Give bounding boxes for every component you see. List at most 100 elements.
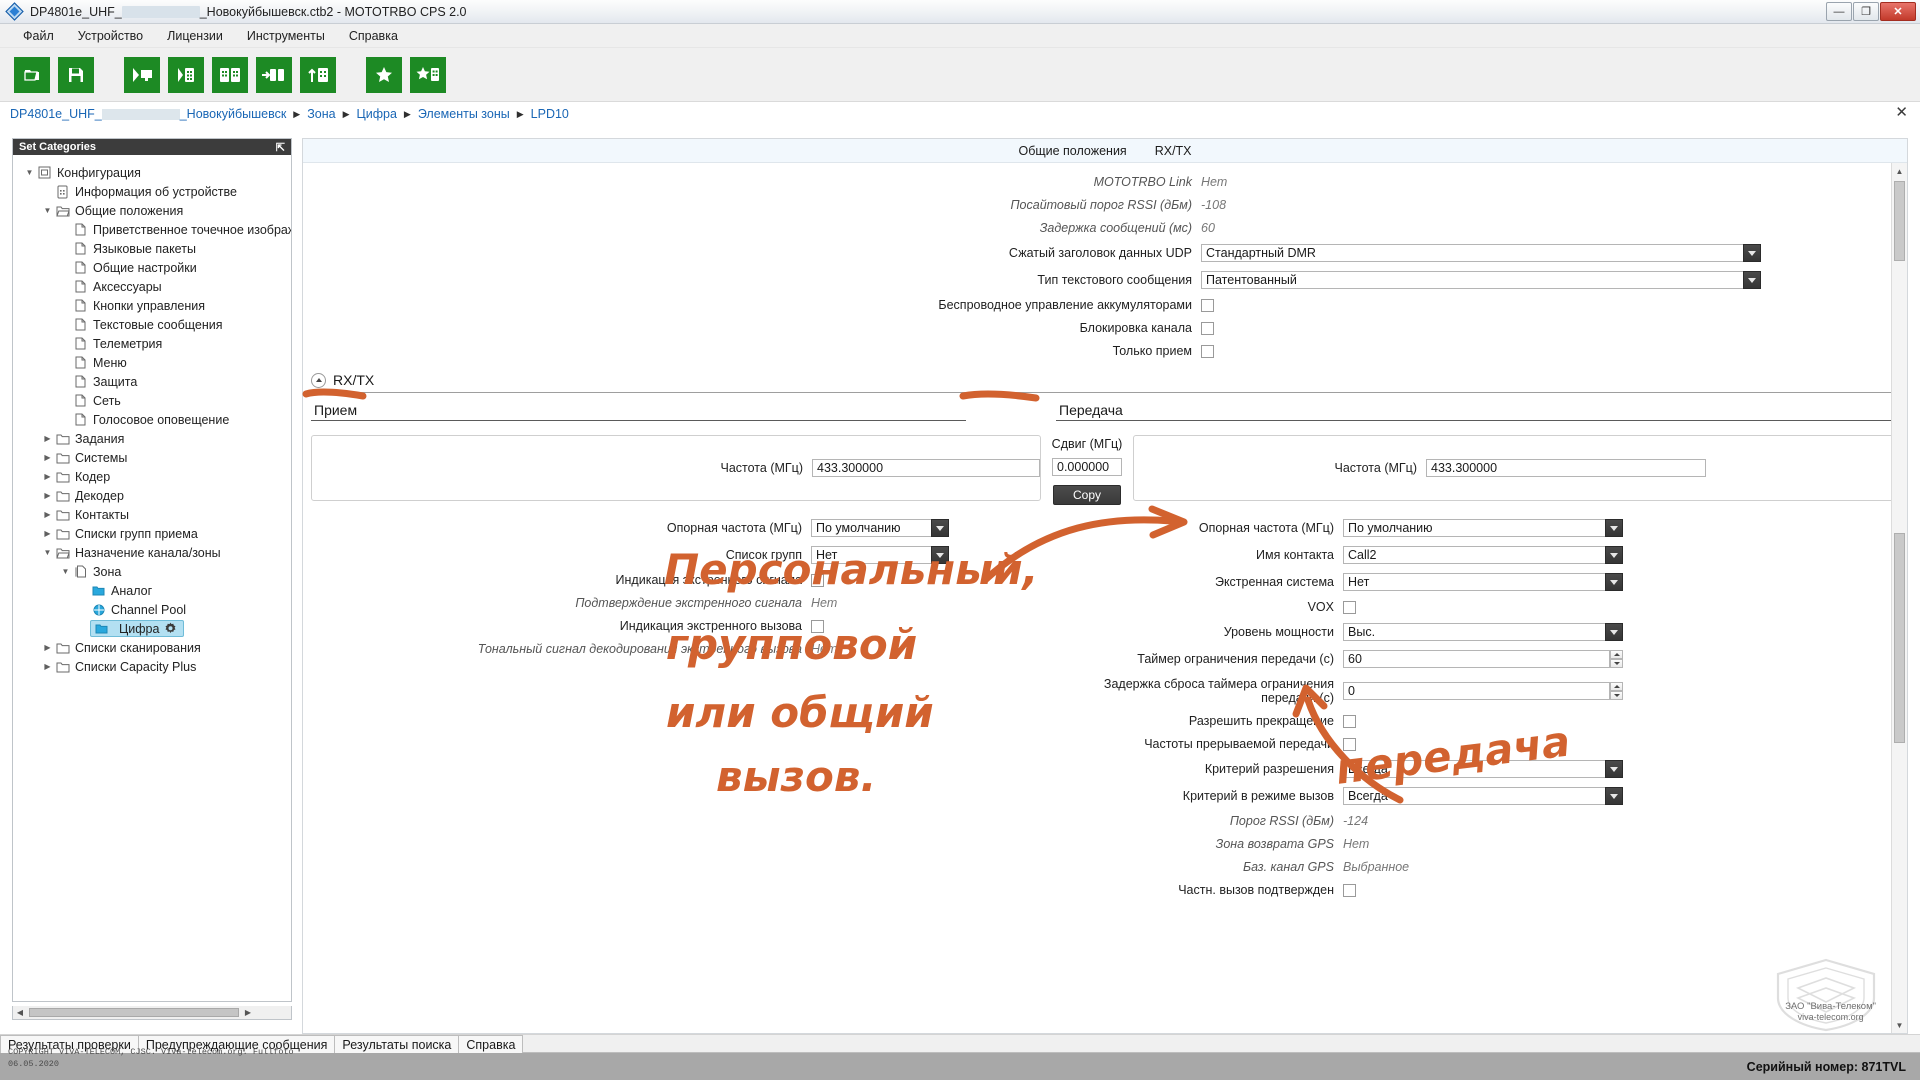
spinner-down-icon[interactable] xyxy=(1610,691,1623,700)
favorites-icon[interactable] xyxy=(366,56,402,93)
sidebar-horizontal-scrollbar[interactable]: ◀ ▶ xyxy=(12,1006,292,1020)
spinner-up-icon[interactable] xyxy=(1610,650,1623,659)
sidebar-item-22[interactable]: Аналог xyxy=(13,581,291,600)
combo-value[interactable]: Нет xyxy=(1343,573,1605,591)
checkbox[interactable] xyxy=(1343,737,1356,751)
expand-arrow-right-icon[interactable]: ▶ xyxy=(41,529,54,538)
maximize-button[interactable]: ❐ xyxy=(1853,2,1879,21)
breadcrumb-item-3[interactable]: Цифра xyxy=(357,107,397,121)
sidebar-item-15[interactable]: ▶ Системы xyxy=(13,448,291,467)
sidebar-item-2[interactable]: ▼ Общие положения xyxy=(13,201,291,220)
rxtx-section-header[interactable]: RX/TX xyxy=(311,372,1907,388)
sidebar-item-4[interactable]: Языковые пакеты xyxy=(13,239,291,258)
offset-input[interactable]: 0.000000 xyxy=(1052,458,1122,476)
checkbox[interactable] xyxy=(1343,883,1356,897)
main-vertical-scrollbar[interactable]: ▲ ▼ xyxy=(1891,163,1907,1033)
combo-value[interactable]: Стандартный DMR xyxy=(1201,244,1743,262)
minimize-button[interactable]: — xyxy=(1826,2,1852,21)
menu-help[interactable]: Справка xyxy=(338,26,409,46)
expand-arrow-right-icon[interactable]: ▶ xyxy=(41,491,54,500)
collapse-icon[interactable] xyxy=(311,372,326,388)
sidebar-item-18[interactable]: ▶ Контакты xyxy=(13,505,291,524)
spinner-down-icon[interactable] xyxy=(1610,659,1623,668)
checkbox[interactable] xyxy=(1343,714,1356,728)
scroll-thumb[interactable] xyxy=(29,1008,239,1017)
copy-button[interactable]: Copy xyxy=(1053,485,1121,505)
number-input[interactable]: 0 xyxy=(1343,682,1610,700)
expand-arrow-right-icon[interactable]: ▶ xyxy=(41,453,54,462)
breadcrumb-item-4[interactable]: Элементы зоны xyxy=(418,107,510,121)
expand-arrow-down-icon[interactable]: ▼ xyxy=(41,206,54,215)
sidebar-item-25[interactable]: ▶ Списки сканирования xyxy=(13,638,291,657)
sidebar-item-23[interactable]: Channel Pool xyxy=(13,600,291,619)
chevron-down-icon[interactable] xyxy=(931,519,949,537)
sidebar-item-14[interactable]: ▶ Задания xyxy=(13,429,291,448)
sidebar-item-5[interactable]: Общие настройки xyxy=(13,258,291,277)
sidebar-item-21[interactable]: ▼ Зона xyxy=(13,562,291,581)
tab-rxtx[interactable]: RX/TX xyxy=(1155,144,1192,158)
add-favorite-icon[interactable] xyxy=(410,56,446,93)
rx-frequency-input[interactable]: 433.300000 xyxy=(812,459,1040,477)
scroll-thumb-lower[interactable] xyxy=(1894,533,1905,743)
chevron-down-icon[interactable] xyxy=(1605,519,1623,537)
expand-arrow-down-icon[interactable]: ▼ xyxy=(59,567,72,576)
checkbox[interactable] xyxy=(1201,344,1214,358)
checkbox[interactable] xyxy=(1343,600,1356,614)
open-icon[interactable] xyxy=(14,56,50,93)
tab-search-results[interactable]: Результаты поиска xyxy=(334,1035,460,1053)
clone-icon[interactable] xyxy=(212,56,248,93)
save-icon[interactable] xyxy=(58,56,94,93)
tab-help[interactable]: Справка xyxy=(458,1035,524,1053)
sidebar-item-10[interactable]: Меню xyxy=(13,353,291,372)
combo-value[interactable]: Всегда xyxy=(1343,760,1605,778)
chevron-down-icon[interactable] xyxy=(1743,271,1761,289)
menu-device[interactable]: Устройство xyxy=(67,26,154,46)
sidebar-item-7[interactable]: Кнопки управления xyxy=(13,296,291,315)
menu-tools[interactable]: Инструменты xyxy=(236,26,336,46)
menu-licenses[interactable]: Лицензии xyxy=(156,26,234,46)
breadcrumb-item-root[interactable]: DP4801e_UHF_ xyxy=(10,107,102,121)
sidebar-item-19[interactable]: ▶ Списки групп приема xyxy=(13,524,291,543)
spinner-up-icon[interactable] xyxy=(1610,682,1623,691)
breadcrumb-item-2[interactable]: Зона xyxy=(307,107,335,121)
expand-arrow-down-icon[interactable]: ▼ xyxy=(41,548,54,557)
combo-value[interactable]: Всегда xyxy=(1343,787,1605,805)
breadcrumb-item-5[interactable]: LPD10 xyxy=(531,107,569,121)
chevron-down-icon[interactable] xyxy=(931,546,949,564)
sidebar-item-9[interactable]: Телеметрия xyxy=(13,334,291,353)
number-input[interactable]: 60 xyxy=(1343,650,1610,668)
chevron-down-icon[interactable] xyxy=(1605,573,1623,591)
expand-arrow-right-icon[interactable]: ▶ xyxy=(41,472,54,481)
tx-frequency-input[interactable]: 433.300000 xyxy=(1426,459,1706,477)
chevron-down-icon[interactable] xyxy=(1605,546,1623,564)
close-button[interactable]: ✕ xyxy=(1880,2,1916,21)
combo-value[interactable]: По умолчанию xyxy=(811,519,931,537)
checkbox[interactable] xyxy=(1201,321,1214,335)
scroll-thumb[interactable] xyxy=(1894,181,1905,261)
read-device-icon[interactable] xyxy=(124,56,160,93)
expand-arrow-down-icon[interactable]: ▼ xyxy=(23,168,36,177)
sidebar-item-13[interactable]: Голосовое оповещение xyxy=(13,410,291,429)
sidebar-item-20[interactable]: ▼ Назначение канала/зоны xyxy=(13,543,291,562)
sidebar-item-26[interactable]: ▶ Списки Capacity Plus xyxy=(13,657,291,676)
expand-arrow-right-icon[interactable]: ▶ xyxy=(41,510,54,519)
expand-arrow-right-icon[interactable]: ▶ xyxy=(41,662,54,671)
menu-file[interactable]: Файл xyxy=(12,26,65,46)
combo-value[interactable]: По умолчанию xyxy=(1343,519,1605,537)
sidebar-item-16[interactable]: ▶ Кодер xyxy=(13,467,291,486)
tab-general[interactable]: Общие положения xyxy=(1018,144,1126,158)
close-breadcrumb-icon[interactable]: ✕ xyxy=(1895,105,1908,120)
sidebar-item-1[interactable]: Информация об устройстве xyxy=(13,182,291,201)
chevron-down-icon[interactable] xyxy=(1605,787,1623,805)
chevron-down-icon[interactable] xyxy=(1605,760,1623,778)
scroll-left-icon[interactable]: ◀ xyxy=(13,1008,27,1017)
sidebar-item-0[interactable]: ▼ Конфигурация xyxy=(13,163,291,182)
combo-value[interactable]: Выс. xyxy=(1343,623,1605,641)
breadcrumb-item-1[interactable]: _Новокуйбышевск xyxy=(180,107,287,121)
checkbox[interactable] xyxy=(811,619,824,633)
spinner-buttons[interactable] xyxy=(1610,650,1623,668)
sidebar-item-17[interactable]: ▶ Декодер xyxy=(13,486,291,505)
combo-value[interactable]: Нет xyxy=(811,546,931,564)
expand-arrow-right-icon[interactable]: ▶ xyxy=(41,643,54,652)
selected-node[interactable]: Цифра xyxy=(90,620,185,637)
